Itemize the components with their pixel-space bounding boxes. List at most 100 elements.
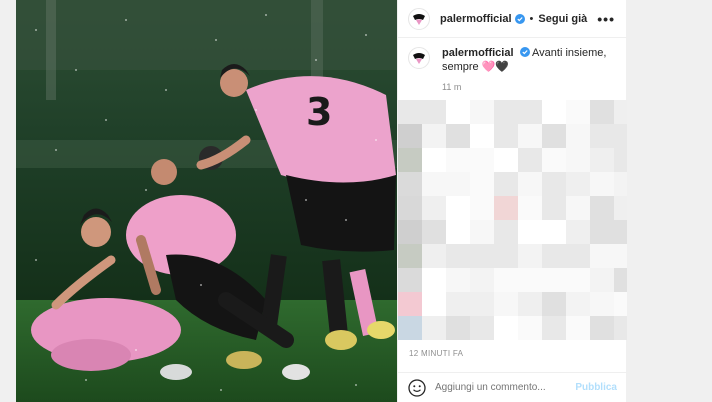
blurred-pixel	[590, 124, 614, 148]
post-photo[interactable]: 3	[16, 0, 397, 402]
blurred-pixel	[566, 268, 590, 292]
blurred-pixel	[422, 268, 446, 292]
blurred-pixel	[470, 100, 494, 124]
blurred-pixel	[446, 196, 470, 220]
blurred-pixel	[518, 196, 542, 220]
blurred-pixel	[542, 100, 566, 124]
blurred-pixel	[518, 268, 542, 292]
blurred-pixel	[422, 172, 446, 196]
blurred-pixel	[398, 244, 422, 268]
caption-username[interactable]: palermofficial	[442, 47, 514, 59]
comment-bar: Pubblica	[398, 372, 627, 402]
blurred-pixel	[494, 316, 518, 340]
blurred-pixel	[518, 220, 542, 244]
blurred-pixel	[518, 172, 542, 196]
blurred-pixel	[614, 124, 627, 148]
more-options-icon[interactable]: •••	[597, 12, 615, 26]
jersey-number: 3	[306, 90, 332, 134]
blurred-pixel	[398, 268, 422, 292]
blurred-pixel	[566, 124, 590, 148]
palermo-eagle-crest-icon	[413, 13, 425, 25]
blurred-pixel	[590, 244, 614, 268]
verified-badge-icon	[514, 13, 525, 24]
viewport: 3 palermofficial • Segui già ••• palermo…	[0, 0, 712, 402]
blurred-pixel	[398, 292, 422, 316]
post-card: 3 palermofficial • Segui già ••• palermo…	[16, 0, 627, 402]
blurred-pixel	[518, 292, 542, 316]
caption-avatar[interactable]	[408, 47, 430, 69]
caption-body: palermofficial Avanti insieme, sempre 🩷🖤…	[442, 46, 618, 94]
blurred-pixel	[422, 220, 446, 244]
blurred-pixel	[470, 148, 494, 172]
post-timestamp[interactable]: 12 MINUTI FA	[409, 349, 463, 358]
blurred-pixel	[470, 268, 494, 292]
blurred-pixel	[614, 244, 627, 268]
blurred-pixel	[494, 172, 518, 196]
blurred-pixel	[518, 124, 542, 148]
post-side-panel: palermofficial • Segui già ••• palermoff…	[397, 0, 627, 402]
blurred-pixel	[614, 172, 627, 196]
blurred-pixel	[518, 316, 542, 340]
blurred-pixel	[494, 244, 518, 268]
blurred-pixel	[470, 292, 494, 316]
blurred-pixel	[422, 292, 446, 316]
blurred-pixel	[446, 316, 470, 340]
emoji-icon[interactable]	[408, 378, 426, 397]
blurred-pixel	[566, 292, 590, 316]
account-avatar[interactable]	[408, 7, 430, 30]
blurred-pixel	[590, 148, 614, 172]
following-button[interactable]: Segui già	[538, 13, 587, 25]
blurred-pixel	[398, 316, 422, 340]
blurred-pixel	[494, 220, 518, 244]
blurred-pixel	[614, 292, 627, 316]
publish-button[interactable]: Pubblica	[575, 382, 617, 393]
blurred-pixel	[470, 220, 494, 244]
comment-input[interactable]	[435, 382, 575, 393]
blurred-pixel	[614, 196, 627, 220]
blurred-pixel	[494, 268, 518, 292]
blurred-pixel	[470, 316, 494, 340]
blurred-pixel	[614, 268, 627, 292]
blurred-pixel	[422, 124, 446, 148]
blurred-pixel	[422, 316, 446, 340]
blurred-pixel	[566, 196, 590, 220]
blurred-pixel	[590, 292, 614, 316]
blurred-pixel	[398, 196, 422, 220]
verified-badge-icon	[519, 47, 530, 57]
blurred-pixel	[542, 196, 566, 220]
blurred-pixel	[446, 244, 470, 268]
blurred-pixel	[422, 148, 446, 172]
blurred-pixel	[470, 172, 494, 196]
blurred-pixel	[446, 220, 470, 244]
blurred-comments-area	[398, 100, 627, 340]
blurred-pixel	[614, 148, 627, 172]
blurred-pixel	[518, 148, 542, 172]
blurred-pixel	[590, 220, 614, 244]
blurred-pixel	[494, 124, 518, 148]
blurred-pixel	[566, 172, 590, 196]
blurred-pixel	[542, 316, 566, 340]
blurred-pixel	[542, 124, 566, 148]
celebration-photo: 3	[16, 0, 397, 402]
post-header: palermofficial • Segui già •••	[398, 0, 627, 38]
blurred-pixel	[446, 268, 470, 292]
blurred-pixel	[494, 292, 518, 316]
blurred-pixel	[590, 172, 614, 196]
blurred-pixel	[398, 220, 422, 244]
blurred-pixel	[542, 268, 566, 292]
blurred-pixel	[470, 124, 494, 148]
blurred-pixel	[398, 100, 422, 124]
blurred-pixel	[470, 244, 494, 268]
blurred-pixel	[590, 196, 614, 220]
blurred-pixel	[398, 124, 422, 148]
blurred-pixel	[518, 244, 542, 268]
blurred-pixel	[542, 220, 566, 244]
blurred-pixel	[422, 196, 446, 220]
blurred-pixel	[446, 100, 470, 124]
blurred-pixel	[614, 220, 627, 244]
blurred-pixel	[566, 100, 590, 124]
caption-time: 11 m	[442, 82, 462, 92]
account-username[interactable]: palermofficial	[440, 13, 512, 25]
post-caption: palermofficial Avanti insieme, sempre 🩷🖤…	[408, 46, 618, 94]
blurred-pixel	[614, 316, 627, 340]
